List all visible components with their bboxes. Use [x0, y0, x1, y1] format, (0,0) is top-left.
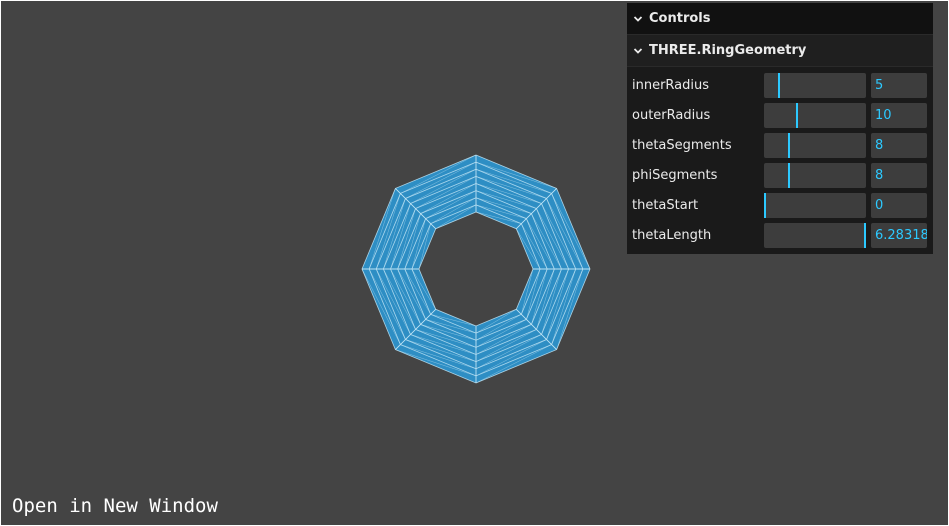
controls-header[interactable]: Controls — [627, 3, 933, 35]
render-viewport[interactable]: Controls THREE.RingGeometry innerRadius … — [1, 1, 948, 525]
param-row-theta-segments: thetaSegments — [627, 130, 933, 160]
phi-segments-input[interactable] — [871, 162, 927, 188]
chevron-down-icon — [633, 14, 643, 24]
phi-segments-slider[interactable] — [764, 162, 866, 188]
theta-segments-input[interactable] — [871, 132, 927, 158]
slider-handle[interactable] — [764, 192, 766, 218]
ring-mesh — [361, 154, 591, 384]
param-row-inner-radius: innerRadius — [627, 70, 933, 100]
param-row-phi-segments: phiSegments — [627, 160, 933, 190]
param-row-theta-length: thetaLength — [627, 220, 933, 250]
theta-segments-slider[interactable] — [764, 132, 866, 158]
param-row-theta-start: thetaStart — [627, 190, 933, 220]
theta-start-slider[interactable] — [764, 192, 866, 218]
param-label: thetaSegments — [632, 137, 732, 153]
param-row-outer-radius: outerRadius — [627, 100, 933, 130]
folder-title: THREE.RingGeometry — [649, 43, 807, 58]
outer-radius-slider[interactable] — [764, 102, 866, 128]
param-label: thetaStart — [632, 197, 699, 213]
slider-handle[interactable] — [788, 132, 791, 158]
controls-panel: Controls THREE.RingGeometry innerRadius … — [627, 3, 933, 254]
outer-radius-input[interactable] — [871, 102, 927, 128]
theta-length-input[interactable] — [871, 222, 927, 248]
slider-handle[interactable] — [795, 102, 798, 128]
slider-handle[interactable] — [864, 222, 866, 248]
slider-handle[interactable] — [788, 162, 791, 188]
ring-wire — [418, 211, 534, 327]
inner-radius-input[interactable] — [871, 72, 927, 98]
param-label: phiSegments — [632, 167, 718, 183]
folder-header-ring-geometry[interactable]: THREE.RingGeometry — [627, 35, 933, 67]
controls-title: Controls — [649, 11, 711, 26]
chevron-down-icon — [633, 46, 643, 56]
open-in-new-window-link[interactable]: Open in New Window — [12, 495, 218, 517]
param-label: thetaLength — [632, 227, 712, 243]
inner-radius-slider[interactable] — [764, 72, 866, 98]
theta-start-input[interactable] — [871, 192, 927, 218]
param-list: innerRadius outerRadius thetaSegments ph… — [627, 67, 933, 254]
slider-handle[interactable] — [778, 72, 781, 98]
theta-length-slider[interactable] — [764, 222, 866, 248]
param-label: innerRadius — [632, 77, 710, 93]
param-label: outerRadius — [632, 107, 711, 123]
